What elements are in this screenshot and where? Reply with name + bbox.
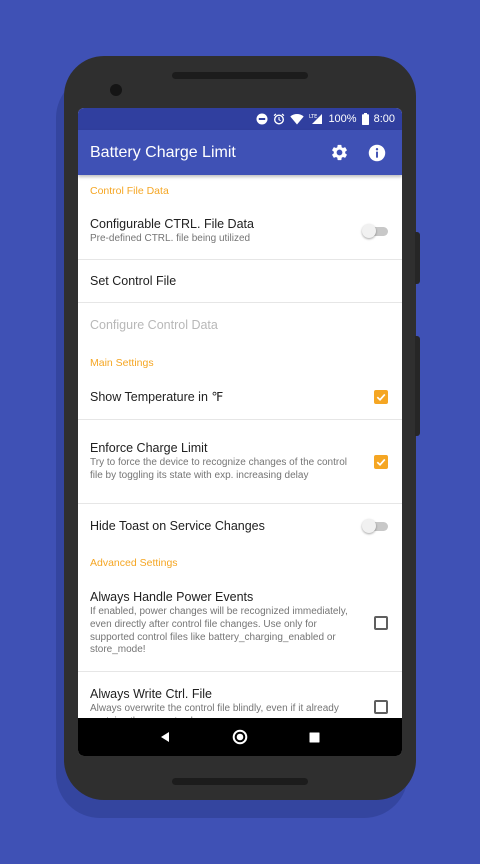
home-circle-icon xyxy=(232,729,248,745)
info-icon xyxy=(368,144,386,161)
app-title: Battery Charge Limit xyxy=(90,143,236,161)
battery-icon xyxy=(361,113,369,125)
status-time: 8:00 xyxy=(373,113,395,125)
pref-title: Always Write Ctrl. File xyxy=(90,686,213,701)
pref-title: Configurable CTRL. File Data xyxy=(90,217,254,232)
pref-summary: Pre-defined CTRL. file being utilized xyxy=(90,233,251,245)
front-camera xyxy=(110,84,122,96)
show-temperature-checkbox[interactable] xyxy=(374,390,388,404)
always-handle-power-checkbox[interactable] xyxy=(374,616,388,630)
app-bar: Battery Charge Limit xyxy=(78,130,402,175)
pref-set-control-file[interactable]: Set Control File xyxy=(78,260,402,303)
bottom-speaker xyxy=(172,778,308,785)
recents-square-icon xyxy=(309,732,320,742)
pref-show-temperature[interactable]: Show Temperature in ℉ xyxy=(78,375,402,420)
always-write-ctrl-checkbox[interactable] xyxy=(374,700,388,714)
device-screen: LTE 100% 8:00 Battery Charge Limit Contr… xyxy=(78,108,402,756)
check-icon xyxy=(376,458,386,466)
pref-title: Show Temperature in ℉ xyxy=(90,390,224,404)
configurable-ctrl-switch[interactable] xyxy=(362,224,388,238)
pref-title: Configure Control Data xyxy=(90,318,218,332)
pref-title: Enforce Charge Limit xyxy=(90,441,208,456)
back-button[interactable] xyxy=(150,722,180,752)
pref-enforce-charge-limit[interactable]: Enforce Charge Limit Try to force the de… xyxy=(78,420,402,504)
svg-text:LTE: LTE xyxy=(309,114,317,120)
power-button xyxy=(415,336,420,436)
recents-button[interactable] xyxy=(300,722,330,752)
pref-always-handle-power-events[interactable]: Always Handle Power Events If enabled, p… xyxy=(78,575,402,672)
wifi-icon xyxy=(290,113,305,125)
check-icon xyxy=(376,393,386,402)
do-not-disturb-icon xyxy=(256,113,268,125)
info-button[interactable] xyxy=(362,138,392,168)
pref-title: Hide Toast on Service Changes xyxy=(90,518,265,533)
pref-title: Always Handle Power Events xyxy=(90,590,254,605)
cellular-signal-icon: LTE xyxy=(309,113,323,125)
pref-configurable-ctrl-file[interactable]: Configurable CTRL. File Data Pre-defined… xyxy=(78,203,402,260)
gear-icon xyxy=(331,144,347,161)
section-header-control-file: Control File Data xyxy=(90,184,169,197)
hide-toast-switch[interactable] xyxy=(362,518,388,533)
pref-configure-control-data: Configure Control Data xyxy=(78,303,402,347)
status-bar: LTE 100% 8:00 xyxy=(78,108,402,130)
section-header-advanced: Advanced Settings xyxy=(90,556,178,569)
volume-button xyxy=(415,232,420,284)
pref-always-write-ctrl-file[interactable]: Always Write Ctrl. File Always overwrite… xyxy=(78,672,402,718)
back-triangle-icon xyxy=(161,732,170,742)
section-header-main: Main Settings xyxy=(90,356,154,369)
settings-button[interactable] xyxy=(324,138,354,168)
home-button[interactable] xyxy=(225,722,255,752)
pref-summary: Try to force the device to recognize cha… xyxy=(90,457,347,481)
alarm-icon xyxy=(273,113,285,125)
navigation-bar xyxy=(78,718,402,756)
pref-summary: If enabled, power changes will be recogn… xyxy=(90,606,348,656)
pref-hide-toast[interactable]: Hide Toast on Service Changes xyxy=(78,504,402,547)
preferences-list[interactable]: Control File Data Configurable CTRL. Fil… xyxy=(78,175,402,718)
pref-summary: Always overwrite the control file blindl… xyxy=(90,702,339,718)
enforce-limit-checkbox[interactable] xyxy=(374,454,388,469)
battery-percent: 100% xyxy=(328,113,357,125)
pref-title: Set Control File xyxy=(90,274,177,288)
earpiece-speaker xyxy=(172,72,308,79)
